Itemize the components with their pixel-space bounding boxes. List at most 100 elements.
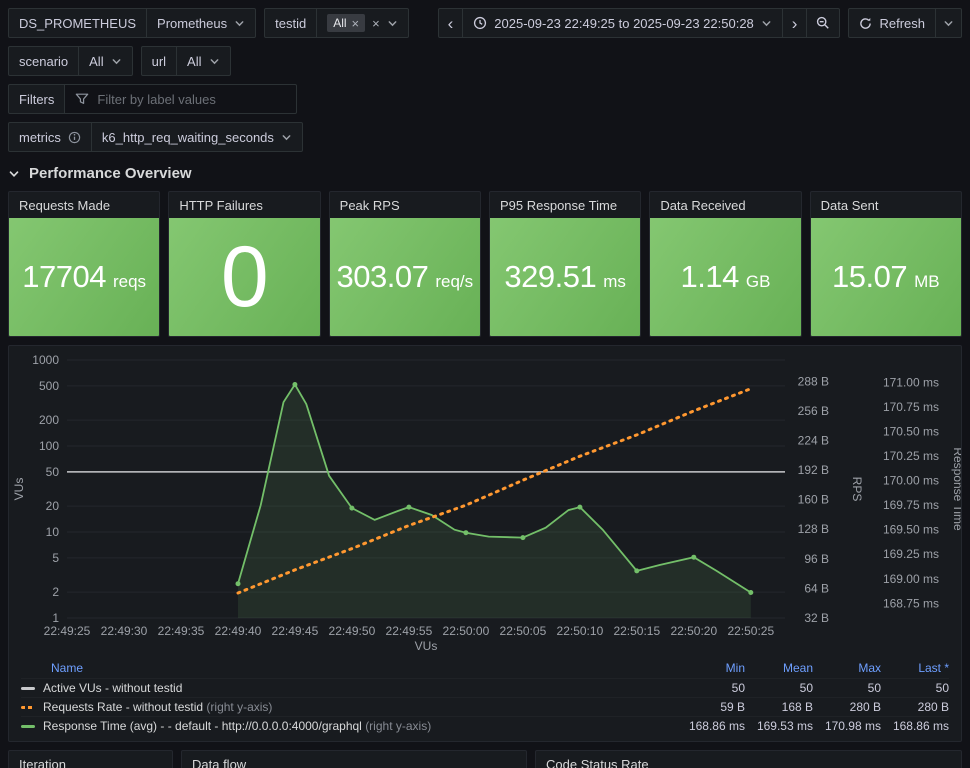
svg-text:VUs: VUs <box>415 639 438 652</box>
url-select[interactable]: All <box>177 46 231 76</box>
stat-unit: reqs <box>112 272 147 291</box>
metrics-label: metrics <box>8 122 92 152</box>
scenario-picker: scenario All <box>8 46 133 76</box>
svg-text:171.00 ms: 171.00 ms <box>883 376 939 390</box>
toolbar-row-4: metrics k6_http_req_waiting_seconds <box>8 122 962 152</box>
panel-title[interactable]: HTTP Failures <box>169 192 319 218</box>
datasource-value: Prometheus <box>157 15 228 31</box>
info-icon <box>68 131 81 143</box>
svg-text:169.00 ms: 169.00 ms <box>883 572 939 586</box>
svg-text:22:49:55: 22:49:55 <box>386 624 433 638</box>
metrics-value: k6_http_req_waiting_seconds <box>101 129 274 145</box>
stat-value-area: 329.51 ms <box>489 218 641 336</box>
refresh-button[interactable]: Refresh <box>848 8 936 38</box>
legend-col-name[interactable]: Name <box>21 661 677 675</box>
refresh-label: Refresh <box>879 15 925 31</box>
legend-col-max[interactable]: Max <box>813 661 881 675</box>
section-performance-overview[interactable]: Performance Overview <box>8 165 962 182</box>
stat-panel-data-sent: Data Sent 15.07 MB <box>809 191 962 337</box>
legend-row-active-vus: Active VUs - without testid 50 50 50 50 <box>21 678 949 697</box>
svg-text:170.50 ms: 170.50 ms <box>883 425 939 439</box>
svg-text:32 B: 32 B <box>804 611 829 625</box>
panel-title[interactable]: Requests Made <box>9 192 159 218</box>
series-name[interactable]: Response Time (avg) - - default - http:/… <box>43 719 677 733</box>
bottom-panels-row: Iteration Data flow Code Status Rate <box>8 750 962 768</box>
panel-title[interactable]: Data Received <box>650 192 800 218</box>
time-shift-back-button[interactable]: ‹ <box>437 8 464 38</box>
timeseries-chart[interactable]: 1000 500 200 100 50 20 10 5 2 1 288 B 256 B 224 B 192… <box>9 350 961 657</box>
metrics-picker: metrics k6_http_req_waiting_seconds <box>8 122 303 152</box>
svg-text:200: 200 <box>39 413 59 427</box>
stat-panels-row: Requests Made 17704 reqs HTTP Failures 0 … <box>8 191 962 337</box>
series-min: 59 B <box>720 700 745 714</box>
svg-text:20: 20 <box>46 499 60 513</box>
refresh-interval-select[interactable] <box>936 8 962 38</box>
stat-value-area: 17704 reqs <box>9 218 160 336</box>
panel-title[interactable]: Iteration <box>9 751 172 768</box>
zoom-out-button[interactable] <box>807 8 841 38</box>
metrics-select[interactable]: k6_http_req_waiting_seconds <box>91 122 303 152</box>
svg-text:22:49:45: 22:49:45 <box>272 624 319 638</box>
filters-control: Filters <box>8 84 298 114</box>
legend-col-last[interactable]: Last * <box>881 661 949 675</box>
panel-title[interactable]: P95 Response Time <box>490 192 640 218</box>
panel-title[interactable]: Code Status Rate <box>536 751 961 768</box>
panel-title[interactable]: Peak RPS <box>330 192 480 218</box>
panel-code-status-rate: Code Status Rate <box>535 750 962 768</box>
series-name[interactable]: Active VUs - without testid <box>43 681 677 695</box>
legend-row-requests-rate: Requests Rate - without testid (right y-… <box>21 697 949 716</box>
svg-text:2: 2 <box>52 585 59 599</box>
series-mean: 168 B <box>781 700 813 714</box>
svg-text:128 B: 128 B <box>798 522 829 536</box>
panel-title[interactable]: Data Sent <box>811 192 961 218</box>
testid-select[interactable]: All × × <box>317 8 409 38</box>
svg-text:288 B: 288 B <box>798 374 829 388</box>
close-icon[interactable]: × <box>352 17 360 30</box>
time-range-picker[interactable]: 2025-09-23 22:49:25 to 2025-09-23 22:50:… <box>463 8 783 38</box>
url-label: url <box>140 46 178 76</box>
series-mean: 50 <box>799 681 813 695</box>
series-name[interactable]: Requests Rate - without testid (right y-… <box>43 700 677 714</box>
svg-text:Response Time: Response Time <box>951 447 961 531</box>
filter-icon <box>76 93 89 104</box>
stat-unit: GB <box>745 272 771 291</box>
legend-col-mean[interactable]: Mean <box>745 661 813 675</box>
stat-unit: ms <box>603 272 626 291</box>
scenario-select[interactable]: All <box>79 46 133 76</box>
series-max: 170.98 ms <box>824 719 881 733</box>
stat-unit: MB <box>914 272 940 291</box>
series-max: 280 B <box>849 700 881 714</box>
svg-text:50: 50 <box>46 465 60 479</box>
testid-chip[interactable]: All × <box>327 14 366 32</box>
series-last: 280 B <box>917 700 949 714</box>
svg-text:10: 10 <box>46 525 60 539</box>
stat-value-area: 303.07 req/s <box>329 218 480 336</box>
stat-value: 15.07 <box>832 259 908 294</box>
stat-panel-p95-response-time: P95 Response Time 329.51 ms <box>488 191 642 337</box>
legend-col-min[interactable]: Min <box>677 661 745 675</box>
svg-text:64 B: 64 B <box>804 581 829 595</box>
svg-text:22:50:20: 22:50:20 <box>670 624 717 638</box>
series-mean: 169.53 ms <box>756 719 813 733</box>
refresh-controls: Refresh <box>848 8 962 38</box>
stat-value: 1.14 <box>680 259 740 294</box>
stat-unit: req/s <box>435 272 474 291</box>
svg-text:224 B: 224 B <box>798 434 829 448</box>
svg-text:22:50:15: 22:50:15 <box>613 624 660 638</box>
testid-chip-value: All <box>333 16 347 30</box>
datasource-select[interactable]: Prometheus <box>147 8 257 38</box>
stat-value: 17704 <box>22 259 106 294</box>
filter-input[interactable] <box>97 91 287 107</box>
time-range-text: 2025-09-23 22:49:25 to 2025-09-23 22:50:… <box>494 15 754 31</box>
panel-title[interactable]: Data flow <box>182 751 526 768</box>
section-title: Performance Overview <box>29 165 192 182</box>
time-shift-forward-button[interactable]: › <box>782 8 808 38</box>
toolbar-row-2: scenario All url All <box>8 46 962 76</box>
svg-text:192 B: 192 B <box>798 463 829 477</box>
datasource-label: DS_PROMETHEUS <box>8 8 148 38</box>
dashboard: DS_PROMETHEUS Prometheus testid All × × … <box>0 0 970 768</box>
svg-text:22:49:35: 22:49:35 <box>158 624 205 638</box>
panel-iteration: Iteration <box>8 750 173 768</box>
svg-text:5: 5 <box>52 551 59 565</box>
clear-all-icon[interactable]: × <box>372 17 380 30</box>
